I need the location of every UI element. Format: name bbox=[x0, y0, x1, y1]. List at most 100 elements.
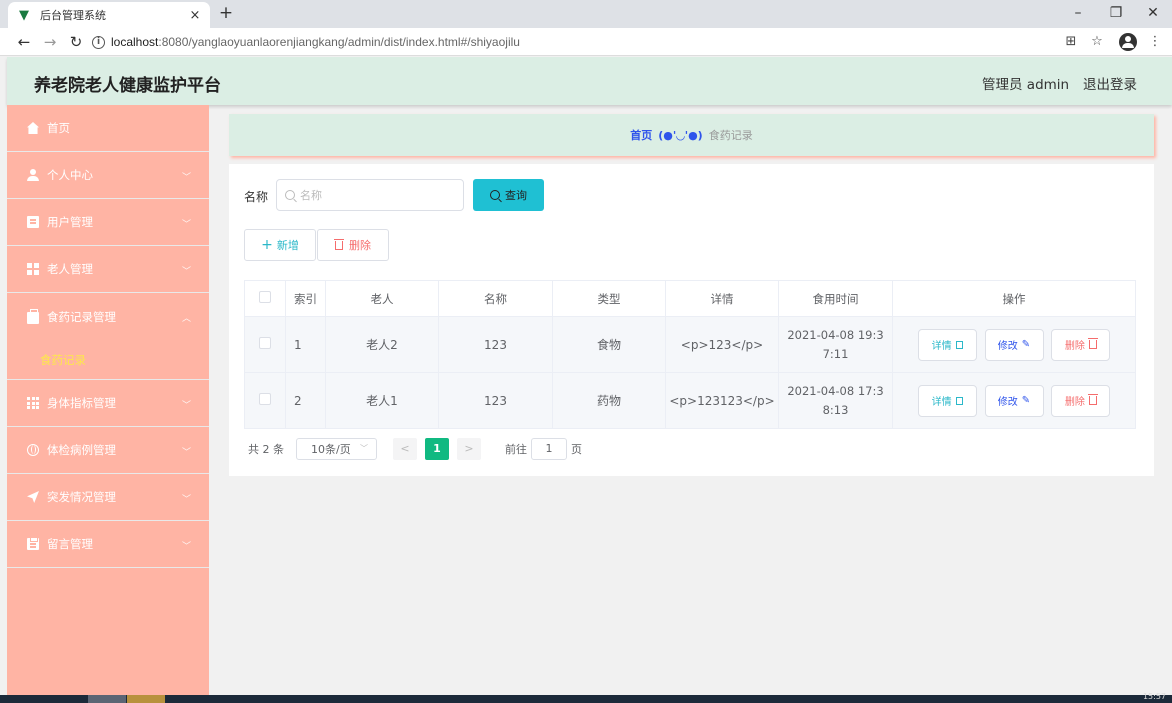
bookmark-star-icon[interactable]: ☆ bbox=[1087, 32, 1107, 52]
page-size-value: 10条/页 bbox=[311, 443, 351, 456]
cell-type: 食物 bbox=[552, 316, 666, 373]
search-field[interactable] bbox=[276, 179, 464, 211]
column-header: 名称 bbox=[438, 280, 553, 317]
table-row: 2 老人1 123 药物 <p>123123</p> 2021-04-08 17… bbox=[244, 372, 1136, 429]
add-button[interactable]: + 新增 bbox=[244, 229, 316, 261]
minimize-icon[interactable]: – bbox=[1068, 3, 1088, 23]
edit-label: 修改 bbox=[997, 341, 1018, 352]
sidebar-item-label: 体检病例管理 bbox=[47, 443, 116, 457]
url-field[interactable]: i localhost:8080/yanglaoyuanlaorenjiangk… bbox=[92, 32, 1110, 52]
cell-name: 123 bbox=[438, 372, 553, 429]
sidebar-item-emergencies[interactable]: 突发情况管理 ﹀ bbox=[7, 474, 209, 521]
window-close-icon[interactable]: ✕ bbox=[1143, 3, 1163, 23]
select-all-checkbox[interactable] bbox=[259, 291, 271, 303]
close-tab-icon[interactable]: × bbox=[188, 8, 202, 23]
edit-button[interactable]: 修改 ✎ bbox=[984, 328, 1044, 361]
chevron-up-icon: ︿ bbox=[181, 314, 191, 324]
cell-elder: 老人1 bbox=[325, 372, 439, 429]
next-page-button[interactable]: > bbox=[457, 438, 481, 460]
sidebar-item-label: 个人中心 bbox=[47, 168, 93, 182]
new-tab-button[interactable]: + bbox=[218, 3, 234, 23]
row-select-cell[interactable] bbox=[244, 316, 286, 373]
pencil-icon: ✎ bbox=[1021, 395, 1031, 406]
site-info-icon[interactable]: i bbox=[92, 35, 105, 49]
prev-page-button[interactable]: < bbox=[393, 438, 417, 460]
os-taskbar: 15:57 bbox=[0, 692, 1172, 703]
sidebar-item-messages[interactable]: 留言管理 ﹀ bbox=[7, 521, 209, 568]
address-bar: ← → ↻ i localhost:8080/yanglaoyuanlaoren… bbox=[0, 28, 1172, 56]
sidebar-item-food-med-records[interactable]: 食药记录管理 ︿ bbox=[7, 293, 209, 340]
sidebar-item-home[interactable]: 首页 bbox=[7, 105, 209, 152]
globe-icon bbox=[27, 444, 39, 456]
query-button[interactable]: 查询 bbox=[473, 179, 544, 211]
delete-button[interactable]: 删除 bbox=[1051, 384, 1111, 417]
delete-button-label: 删除 bbox=[349, 239, 371, 252]
cell-type: 药物 bbox=[552, 372, 666, 429]
records-table: 索引 老人 名称 类型 详情 食用时间 操作 1 老人2 123 食物 <p>1… bbox=[244, 280, 1136, 429]
tab-title: 后台管理系统 bbox=[40, 9, 106, 22]
taskbar-app-button[interactable] bbox=[127, 695, 165, 703]
chevron-down-icon: ﹀ bbox=[181, 495, 191, 505]
page-number-current[interactable]: 1 bbox=[425, 438, 449, 460]
clipboard-icon bbox=[27, 537, 39, 550]
admin-user-label: 管理员 admin bbox=[982, 77, 1070, 93]
sidebar-item-label: 突发情况管理 bbox=[47, 490, 116, 504]
breadcrumb-home[interactable]: 首页 bbox=[630, 127, 652, 143]
select-all-cell[interactable] bbox=[244, 280, 286, 317]
chevron-down-icon: ﹀ bbox=[181, 267, 191, 277]
translate-icon[interactable]: ⊞ bbox=[1061, 32, 1081, 52]
batch-delete-button[interactable]: 删除 bbox=[317, 229, 389, 261]
sidebar-item-users[interactable]: 用户管理 ﹀ bbox=[7, 199, 209, 246]
sidebar-item-checkup-cases[interactable]: 体检病例管理 ﹀ bbox=[7, 427, 209, 474]
search-label: 名称 bbox=[244, 190, 269, 204]
detail-label: 详情 bbox=[931, 341, 952, 352]
trash-icon bbox=[334, 238, 344, 250]
pencil-icon: ✎ bbox=[1021, 339, 1031, 350]
detail-button[interactable]: 详情 bbox=[917, 384, 977, 417]
time-line: 8:13 bbox=[822, 402, 849, 417]
forward-icon[interactable]: → bbox=[40, 32, 60, 52]
page-size-select[interactable]: 10条/页 ﹀ bbox=[296, 438, 377, 460]
sidebar-item-profile[interactable]: 个人中心 ﹀ bbox=[7, 152, 209, 199]
cell-index: 1 bbox=[285, 316, 326, 373]
browser-tab-strip: ▼ 后台管理系统 × + – ❐ ✕ bbox=[0, 0, 1172, 28]
reload-icon[interactable]: ↻ bbox=[66, 32, 86, 52]
edit-button[interactable]: 修改 ✎ bbox=[984, 384, 1044, 417]
search-icon bbox=[285, 190, 295, 200]
restore-icon[interactable]: ❐ bbox=[1106, 3, 1126, 23]
goto-suffix: 页 bbox=[571, 443, 582, 456]
row-select-cell[interactable] bbox=[244, 372, 286, 429]
menu-kebab-icon[interactable]: ⋮ bbox=[1145, 32, 1165, 52]
sidebar-item-elders[interactable]: 老人管理 ﹀ bbox=[7, 246, 209, 293]
delete-button[interactable]: 删除 bbox=[1051, 328, 1111, 361]
cell-actions: 详情 修改 ✎ 删除 bbox=[892, 372, 1136, 429]
sidebar: 首页 个人中心 ﹀ 用户管理 ﹀ 老人管理 ﹀ 食药记录管理 ︿ 食药记录 身体… bbox=[7, 105, 209, 695]
row-checkbox[interactable] bbox=[259, 337, 271, 349]
column-header: 索引 bbox=[285, 280, 326, 317]
search-input[interactable] bbox=[300, 188, 450, 202]
url-host: localhost bbox=[111, 35, 159, 49]
sidebar-item-body-metrics[interactable]: 身体指标管理 ﹀ bbox=[7, 380, 209, 427]
document-icon bbox=[955, 396, 963, 405]
browser-tab[interactable]: ▼ 后台管理系统 × bbox=[8, 2, 210, 28]
url-path: :8080/yanglaoyuanlaorenjiangkang/admin/d… bbox=[158, 35, 520, 49]
sidebar-item-label: 用户管理 bbox=[47, 215, 93, 229]
goto-page-input[interactable]: 1 bbox=[531, 438, 567, 460]
sidebar-subitem-food-med-record[interactable]: 食药记录 bbox=[7, 340, 209, 380]
vue-logo-icon: ▼ bbox=[19, 7, 29, 23]
pagination-total: 共 2 条 bbox=[248, 443, 284, 456]
home-icon bbox=[27, 122, 39, 134]
cell-name: 123 bbox=[438, 316, 553, 373]
apps-icon bbox=[27, 397, 39, 409]
taskbar-app-button[interactable] bbox=[88, 695, 126, 703]
chevron-down-icon: ﹀ bbox=[181, 448, 191, 458]
cell-elder: 老人2 bbox=[325, 316, 439, 373]
profile-icon[interactable] bbox=[1119, 33, 1137, 51]
back-icon[interactable]: ← bbox=[14, 32, 34, 52]
detail-button[interactable]: 详情 bbox=[917, 328, 977, 361]
row-checkbox[interactable] bbox=[259, 393, 271, 405]
document-icon bbox=[27, 216, 39, 228]
logout-link[interactable]: 退出登录 bbox=[1083, 73, 1137, 93]
sidebar-item-label: 留言管理 bbox=[47, 537, 93, 551]
delete-label: 删除 bbox=[1064, 397, 1085, 408]
